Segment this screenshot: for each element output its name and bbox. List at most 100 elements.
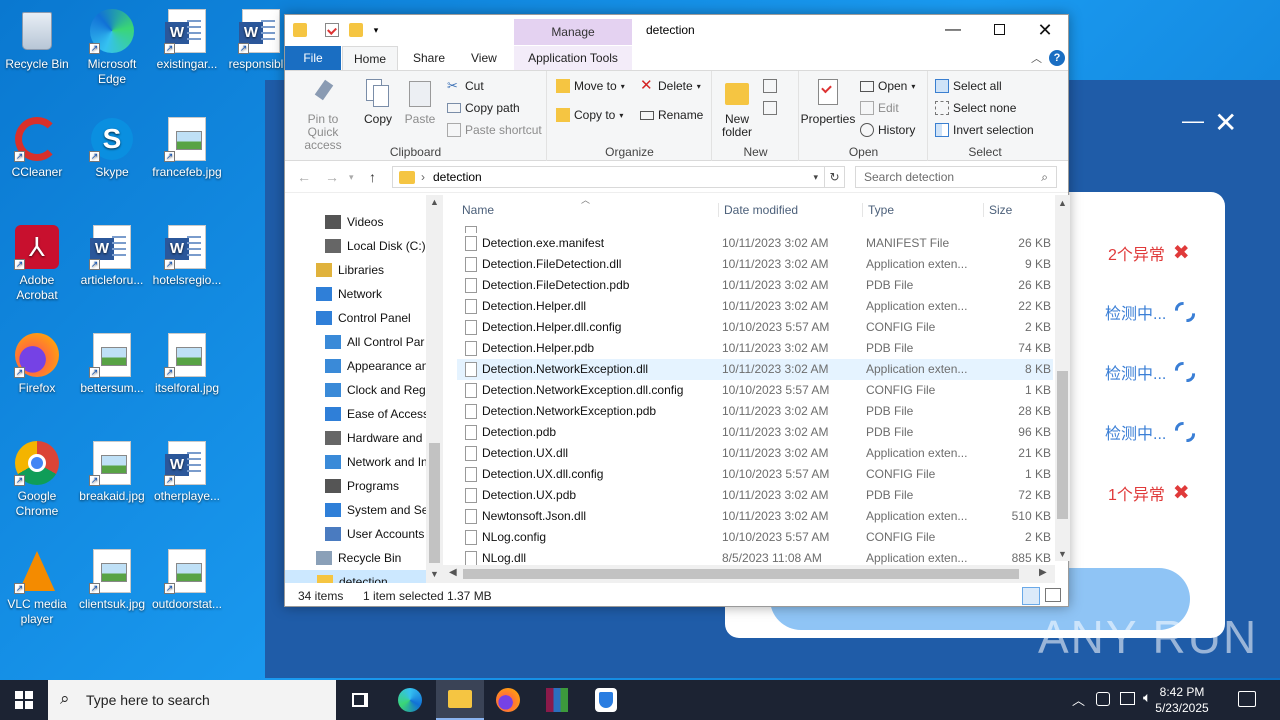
search-input[interactable]: Search detection ⌕ [855, 166, 1057, 188]
collapse-ribbon-icon[interactable]: ︿ [1031, 50, 1042, 66]
cut-button[interactable]: ✂ Cut [447, 79, 484, 94]
nav-item[interactable]: Hardware and [325, 426, 422, 450]
nav-item[interactable]: All Control Par [325, 330, 424, 354]
column-header-date[interactable]: Date modified [718, 203, 798, 217]
desktop-icon[interactable]: ↗ francefeb.jpg [150, 116, 224, 180]
scroll-left-icon[interactable]: ◀ [449, 567, 457, 578]
tab-view[interactable]: View [461, 46, 507, 70]
desktop-icon[interactable]: ↗ Google Chrome [0, 440, 74, 519]
column-header-type[interactable]: Type [862, 203, 894, 217]
close-button[interactable]: ✕ [1022, 15, 1068, 46]
file-row[interactable]: Detection.pdb 10/11/2023 3:02 AM PDB File 9… [457, 422, 1053, 443]
properties-quick-icon[interactable] [325, 23, 339, 37]
scroll-up-icon[interactable]: ▲ [1058, 198, 1067, 208]
desktop-icon[interactable]: ↗ existingar... [150, 8, 224, 72]
copy-button[interactable]: Copy [361, 77, 395, 126]
file-row[interactable]: Detection.exe.config10/10/2023 5:57 AMCO… [457, 223, 1053, 233]
task-view-icon[interactable] [336, 680, 384, 720]
pin-quick-access-button[interactable]: Pin to Quick access [291, 77, 355, 152]
file-row[interactable]: Detection.FileDetection.pdb 10/11/2023 3:… [457, 275, 1053, 296]
desktop-icon[interactable]: ↗ clientsuk.jpg [75, 548, 149, 612]
address-field[interactable]: › detection ▾ [392, 166, 825, 188]
new-folder-quick-icon[interactable] [349, 23, 363, 37]
desktop-icon[interactable]: ⅄ ↗ Adobe Acrobat [0, 224, 74, 303]
quick-access-dropdown-icon[interactable]: ▾ [369, 23, 383, 37]
desktop-icon[interactable]: ↗ itselforal.jpg [150, 332, 224, 396]
history-button[interactable]: History [860, 123, 915, 137]
file-row[interactable]: NLog.config 10/10/2023 5:57 AM CONFIG File… [457, 527, 1053, 548]
select-none-button[interactable]: Select none [935, 101, 1016, 115]
copy-to-button[interactable]: Copy to ▾ [556, 108, 623, 122]
desktop-icon[interactable]: ↗ VLC media player [0, 548, 74, 627]
scroll-down-icon[interactable]: ▼ [1058, 549, 1067, 559]
help-icon[interactable]: ? [1049, 50, 1065, 66]
scroll-up-icon[interactable]: ▲ [430, 197, 439, 207]
delete-button[interactable]: ✕ Delete ▾ [640, 78, 701, 93]
rename-button[interactable]: Rename [640, 108, 703, 122]
desktop-icon[interactable]: ↗ otherplaye... [150, 440, 224, 504]
nav-item[interactable]: Libraries [316, 258, 384, 282]
open-button[interactable]: Open ▾ [860, 79, 915, 93]
forward-arrow-icon[interactable]: → [325, 169, 339, 185]
nav-item[interactable]: detection [285, 570, 426, 583]
paste-shortcut-button[interactable]: Paste shortcut [447, 123, 542, 137]
file-explorer-taskbar-icon[interactable] [436, 680, 484, 720]
file-row[interactable]: Detection.Helper.pdb 10/11/2023 3:02 AM PD… [457, 338, 1053, 359]
notifications-icon[interactable] [1238, 691, 1256, 707]
file-row[interactable]: Detection.NetworkException.pdb 10/11/2023… [457, 401, 1053, 422]
file-row[interactable]: Detection.exe.manifest 10/11/2023 3:02 AM… [457, 233, 1053, 254]
desktop-icon[interactable]: ↗ bettersum... [75, 332, 149, 396]
recent-chevron-icon[interactable]: ▾ [349, 172, 354, 183]
file-list-scrollbar[interactable]: ▲ ▼ [1055, 195, 1070, 561]
desktop-icon[interactable]: ↗ hotelsregio... [150, 224, 224, 288]
move-to-button[interactable]: Move to ▾ [556, 79, 625, 93]
desktop-icon[interactable]: ↗ outdoorstat... [150, 548, 224, 612]
taskbar-search-box[interactable]: ⌕ Type here to search [48, 680, 336, 720]
nav-item[interactable]: Clock and Regi [325, 378, 428, 402]
nav-scrollbar[interactable]: ▲ ▼ [426, 195, 443, 583]
app-minimize-button[interactable]: — [1182, 110, 1204, 132]
start-button[interactable] [0, 680, 48, 720]
tab-application-tools[interactable]: Application Tools [514, 46, 632, 70]
address-dropdown-icon[interactable]: ▾ [813, 172, 818, 183]
refresh-icon[interactable]: ↻ [825, 166, 845, 188]
network-icon[interactable] [1120, 692, 1135, 705]
up-arrow-icon[interactable]: ↑ [369, 169, 376, 185]
desktop-icon[interactable]: ↗ breakaid.jpg [75, 440, 149, 504]
tray-chevron-icon[interactable]: ︿ [1072, 690, 1085, 709]
column-header-size[interactable]: Size [983, 203, 1012, 217]
horizontal-scrollbar[interactable]: ◀ ▶ [443, 565, 1055, 583]
nav-item[interactable]: Videos [325, 210, 383, 234]
file-row[interactable]: Detection.UX.dll 10/11/2023 3:02 AM Applic… [457, 443, 1053, 464]
desktop-icon[interactable]: Recycle Bin [0, 8, 74, 72]
properties-button[interactable]: Properties [800, 77, 856, 126]
desktop-icon[interactable]: ↗ articleforu... [75, 224, 149, 288]
file-row[interactable]: Newtonsoft.Json.dll 10/11/2023 3:02 AM App… [457, 506, 1053, 527]
new-folder-button[interactable]: New folder [717, 77, 757, 139]
firefox-taskbar-icon[interactable] [484, 680, 532, 720]
shield-app-taskbar-icon[interactable] [582, 680, 630, 720]
file-row[interactable]: Detection.Helper.dll 10/11/2023 3:02 AM Ap… [457, 296, 1053, 317]
nav-item[interactable]: System and Sec [325, 498, 434, 522]
edge-taskbar-icon[interactable] [386, 680, 434, 720]
maximize-button[interactable] [976, 15, 1022, 46]
large-icons-view-icon[interactable] [1045, 588, 1061, 602]
copy-path-button[interactable]: Copy path [447, 101, 520, 115]
desktop-icon[interactable]: ↗ Microsoft Edge [75, 8, 149, 87]
tab-home[interactable]: Home [342, 46, 398, 70]
file-row[interactable]: Detection.FileDetection.dll 10/11/2023 3:… [457, 254, 1053, 275]
file-row[interactable]: Detection.UX.pdb 10/11/2023 3:02 AM PDB Fi… [457, 485, 1053, 506]
tab-file[interactable]: File [285, 46, 341, 70]
desktop-icon[interactable]: S ↗ Skype [75, 116, 149, 180]
minimize-button[interactable]: — [930, 15, 976, 46]
nav-item[interactable]: Recycle Bin [316, 546, 401, 570]
new-item-icon[interactable] [763, 79, 777, 93]
back-arrow-icon[interactable]: ← [297, 169, 311, 185]
file-row[interactable]: Detection.NetworkException.dll.config 10/… [457, 380, 1053, 401]
nav-item[interactable]: Ease of Access [325, 402, 429, 426]
tab-share[interactable]: Share [403, 46, 455, 70]
nav-item[interactable]: Control Panel [316, 306, 411, 330]
scroll-thumb[interactable] [429, 443, 440, 563]
scroll-thumb[interactable] [463, 569, 1019, 579]
file-row[interactable]: Detection.Helper.dll.config 10/10/2023 5:… [457, 317, 1053, 338]
